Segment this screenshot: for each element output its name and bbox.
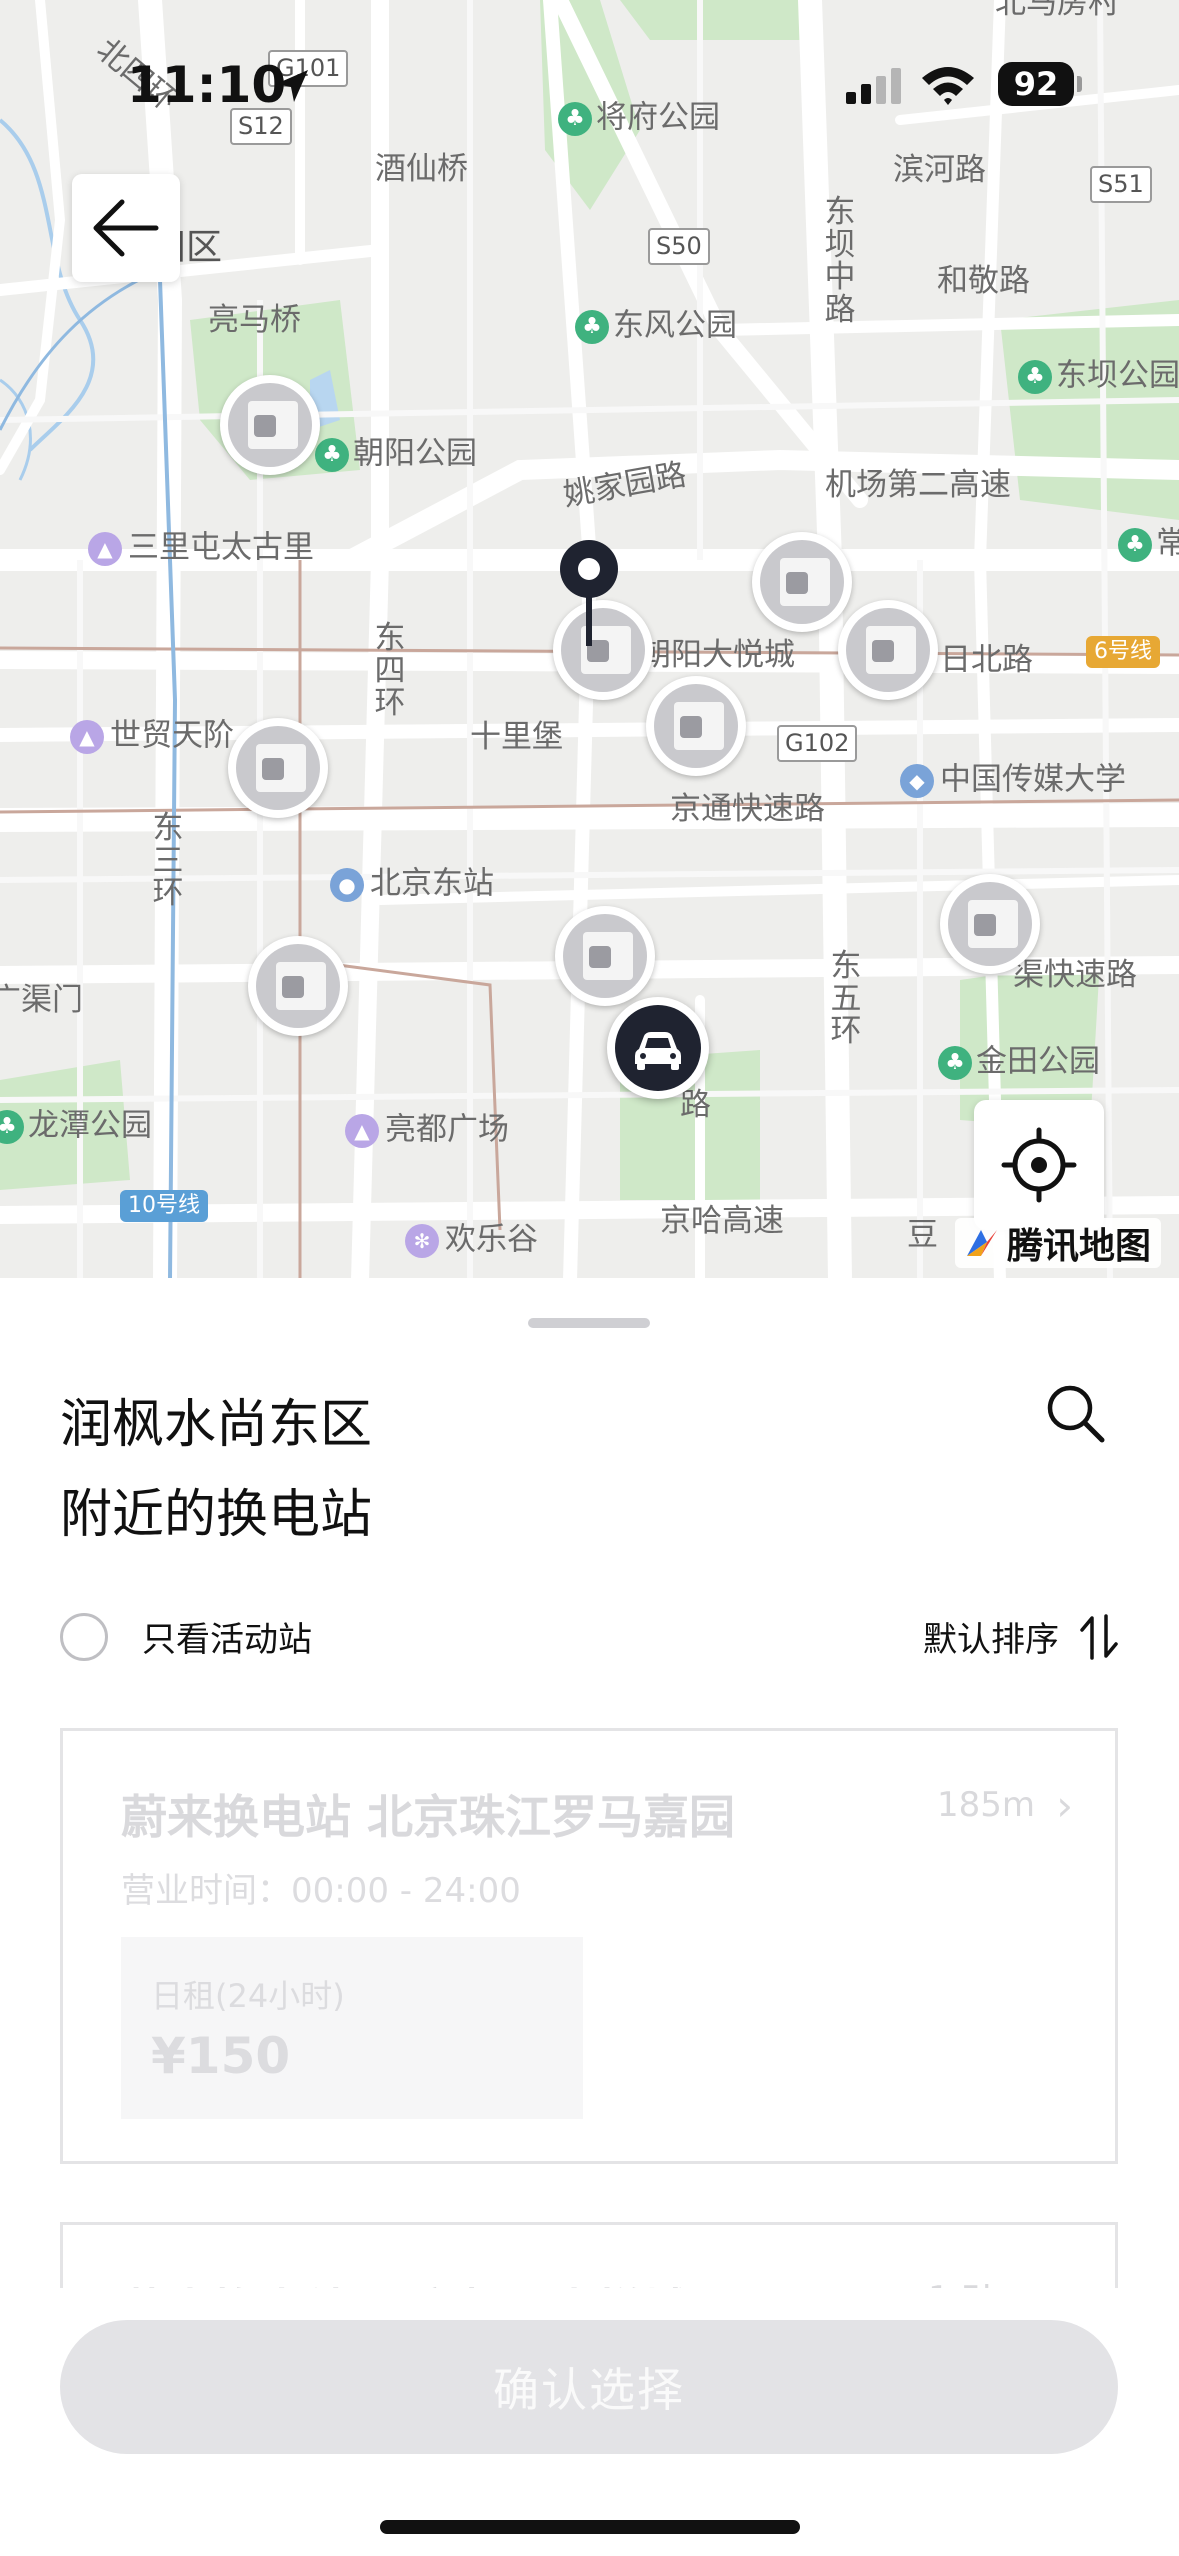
map-label: ▲ 三里屯太古里 [88, 532, 314, 566]
home-indicator [380, 2520, 800, 2534]
map-label: 机场第二高速 [825, 467, 1011, 503]
sort-label: 默认排序 [923, 1620, 1059, 1660]
metro-badge: 10号线 [120, 1190, 208, 1223]
swap-station-marker[interactable] [940, 874, 1040, 974]
location-pin-icon [560, 540, 618, 646]
map-label: ◆ 中国传媒大学 [900, 764, 1126, 798]
map-label: ▲ 亮都广场 [345, 1114, 509, 1148]
wifi-icon [922, 67, 974, 105]
active-only-filter[interactable]: 只看活动站 [60, 1612, 312, 1661]
arrow-left-icon [93, 199, 159, 257]
crosshair-icon [1001, 1127, 1077, 1203]
park-icon: ♣ [575, 310, 609, 344]
road-shield: S50 [648, 228, 710, 265]
map-provider-logo: 腾讯地图 [955, 1218, 1162, 1268]
park-icon: ♣ [1118, 528, 1152, 562]
tencent-map-logo-icon [967, 1230, 997, 1256]
shopping-icon: ▲ [345, 1114, 379, 1148]
status-time: 11:10 [127, 56, 287, 114]
map-label: 京通快速路 [670, 791, 825, 827]
sheet-drag-handle[interactable] [528, 1318, 650, 1328]
map-label: 豆 [907, 1217, 938, 1253]
metro-badge: 6号线 [1086, 636, 1160, 669]
park-icon: ♣ [0, 1110, 24, 1144]
swap-station-marker[interactable] [555, 906, 655, 1006]
shopping-icon: ▲ [70, 720, 104, 754]
university-icon: ◆ [900, 764, 934, 798]
map-label: 十里堡 [470, 719, 563, 755]
map-label: 滨河路 [893, 152, 986, 188]
rent-option-price: ¥150 [151, 2027, 291, 2085]
map-label: 京哈高速 [660, 1203, 784, 1239]
map-label: 路 [680, 1087, 711, 1123]
sort-arrows-icon [1080, 1613, 1118, 1660]
station-hours: 营业时间：00:00 - 24:00 [121, 1871, 521, 1911]
battery-cap [1077, 76, 1082, 92]
map-label: ● 北京东站 [330, 868, 494, 902]
station-card[interactable]: 蔚来换电站 北京珠江罗马嘉园 185m › 营业时间：00:00 - 24:00… [60, 1728, 1118, 2164]
swap-station-marker[interactable] [228, 718, 328, 818]
map-provider-name: 腾讯地图 [1007, 1226, 1152, 1267]
sheet-title-location: 润枫水尚东区 [60, 1395, 373, 1455]
search-icon [1047, 1385, 1105, 1443]
active-only-label: 只看活动站 [142, 1620, 312, 1660]
train-station-icon: ● [330, 868, 364, 902]
chevron-right-icon: › [1056, 1781, 1073, 1830]
map-label: ♣ 东风公园 [575, 310, 737, 344]
park-icon: ♣ [315, 438, 349, 472]
swap-station-marker[interactable] [838, 600, 938, 700]
road-shield: G102 [777, 725, 858, 762]
swap-station-marker[interactable] [646, 676, 746, 776]
map-label: ♣ 常 [1118, 528, 1179, 562]
map-label: 亮马桥 [208, 302, 301, 338]
car-icon [635, 1032, 681, 1070]
park-icon: ♣ [938, 1046, 972, 1080]
sheet-title-subtitle: 附近的换电站 [60, 1485, 373, 1545]
map-label: ♣ 东坝公园 [1018, 360, 1179, 394]
station-distance: 185m [936, 1785, 1035, 1825]
map-label: ▲ 世贸天阶 [70, 720, 234, 754]
active-only-radio[interactable] [60, 1612, 108, 1661]
map-label: 东五环 [830, 948, 862, 1050]
battery-indicator: 92 [998, 62, 1074, 106]
bottom-sheet: 润枫水尚东区 附近的换电站 只看活动站 默认排序 蔚来换电站 北京珠江罗马嘉园 … [0, 1278, 1179, 2556]
station-name: 蔚来换电站 北京珠江罗马嘉园 [121, 1790, 736, 1844]
confirm-button[interactable]: 确认选择 [60, 2320, 1118, 2454]
amusement-park-icon: ✻ [405, 1224, 439, 1258]
back-button[interactable] [72, 174, 180, 282]
search-button[interactable] [1040, 1378, 1110, 1448]
map-label: 和敬路 [937, 263, 1030, 299]
park-icon: ♣ [558, 102, 592, 136]
map-label: 北马房村 [995, 0, 1119, 21]
map-label: ♣ 朝阳公园 [315, 438, 477, 472]
map-label: ♣ 将府公园 [558, 102, 720, 136]
map-label: 东三环 [152, 810, 184, 912]
car-location-marker [607, 997, 709, 1099]
cellular-signal-icon [846, 68, 901, 104]
map-label: ♣ 龙潭公园 [0, 1110, 152, 1144]
map-label: ✻ 欢乐谷 [405, 1224, 538, 1258]
map-label: 广渠门 [0, 982, 83, 1018]
map-label: 日北路 [940, 642, 1033, 678]
map-label: 东四环 [374, 620, 406, 722]
map-view[interactable]: ♣ 将府公园 酒仙桥 滨河路 东坝中路 和敬路 阳区 亮马桥 ♣ 东风公园 ♣ 东坝公… [0, 0, 1179, 1280]
locate-me-button[interactable] [974, 1100, 1104, 1230]
map-label: 渠快速路 [1013, 957, 1137, 993]
rent-option[interactable]: 日租(24小时) ¥150 [121, 1937, 583, 2119]
swap-station-marker[interactable] [248, 936, 348, 1036]
rent-option-label: 日租(24小时) [151, 1977, 345, 2015]
map-label: 东坝中路 [824, 194, 856, 328]
sort-control[interactable]: 默认排序 [923, 1612, 1119, 1661]
shopping-icon: ▲ [88, 532, 122, 566]
location-arrow-icon [276, 70, 308, 102]
road-shield: S51 [1090, 166, 1152, 203]
swap-station-marker[interactable] [220, 375, 320, 475]
map-label: 朝阳大悦城 [640, 637, 795, 673]
map-label: ♣ 金田公园 [938, 1046, 1100, 1080]
map-label: 酒仙桥 [375, 151, 468, 187]
park-icon: ♣ [1018, 360, 1052, 394]
swap-station-marker[interactable] [752, 532, 852, 632]
